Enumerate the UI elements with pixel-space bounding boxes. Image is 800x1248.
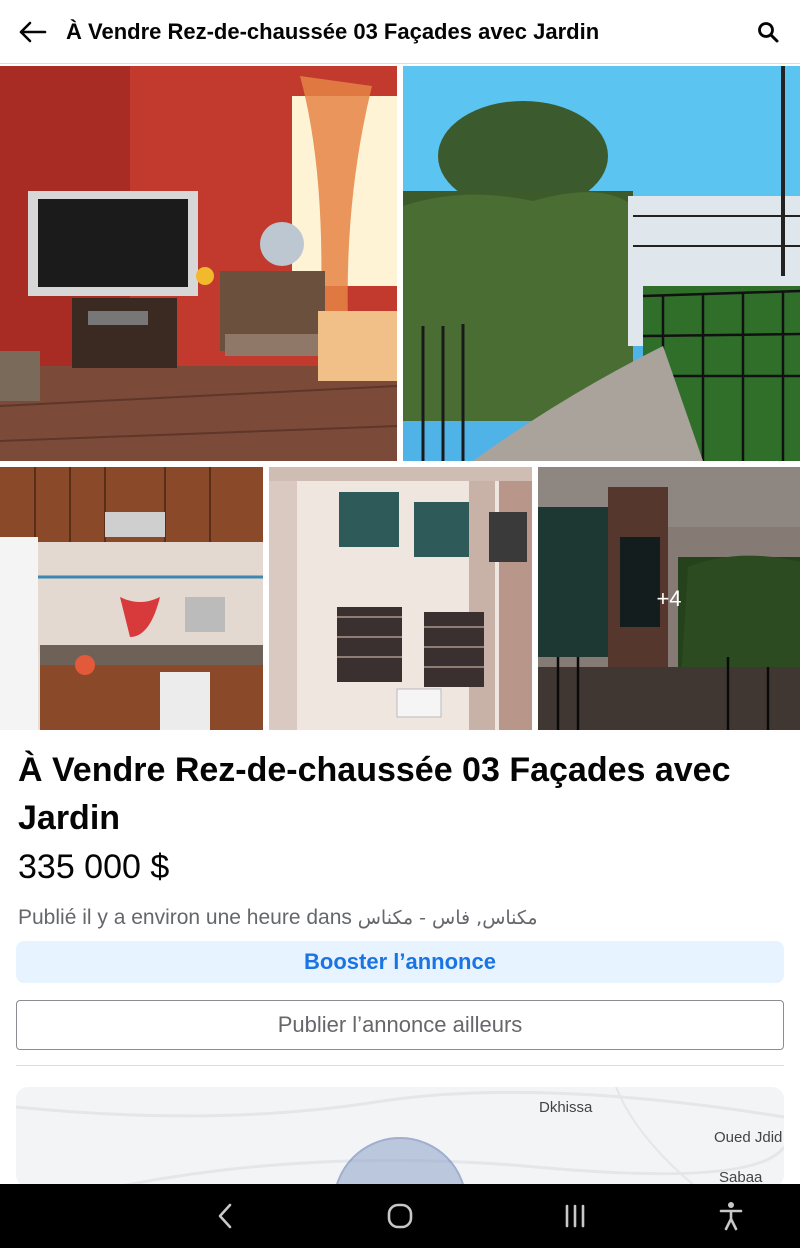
location-map[interactable]: Dkhissa Oued Jdid Sabaa [16,1087,784,1187]
system-recents-button[interactable] [535,1184,615,1248]
back-icon [218,1203,232,1229]
arrow-left-icon [19,21,47,42]
photo-facade[interactable] [269,467,532,730]
system-home-button[interactable] [360,1184,440,1248]
photo-entrance[interactable]: +4 [538,467,800,730]
photo-garden[interactable] [403,66,800,461]
boost-listing-button[interactable]: Booster l’annonce [16,941,784,983]
system-accessibility-button[interactable] [691,1184,771,1248]
listing-title: À Vendre Rez-de-chaussée 03 Façades avec… [18,751,731,837]
search-button[interactable] [736,0,800,64]
recents-icon [565,1204,585,1228]
system-back-button[interactable] [185,1184,265,1248]
top-app-bar: À Vendre Rez-de-chaussée 03 Façades avec… [0,0,800,64]
published-location[interactable]: مكناس, فاس - مكناس [358,907,538,929]
page-title: À Vendre Rez-de-chaussée 03 Façades avec… [66,18,600,44]
photo-living-room[interactable] [0,66,397,461]
photo-gallery: +4 [0,66,800,730]
system-navigation-bar [0,1184,800,1248]
publish-elsewhere-button[interactable]: Publier l’annonce ailleurs [16,1000,784,1050]
search-icon [758,21,779,42]
home-icon [387,1203,413,1229]
back-button[interactable] [0,0,64,64]
photo-kitchen[interactable] [0,467,263,730]
map-label-oued-jdid: Oued Jdid [714,1129,783,1146]
accessibility-icon [719,1202,743,1231]
map-background [16,1087,784,1187]
published-info: Publié il y a environ une heure dans مكن… [18,906,538,930]
divider [16,1065,784,1066]
more-photos-count[interactable]: +4 [538,467,800,730]
listing-price: 335 000 $ [18,848,170,886]
published-prefix: Publié il y a environ une heure dans [18,906,352,929]
map-label-dkhissa: Dkhissa [539,1099,593,1116]
